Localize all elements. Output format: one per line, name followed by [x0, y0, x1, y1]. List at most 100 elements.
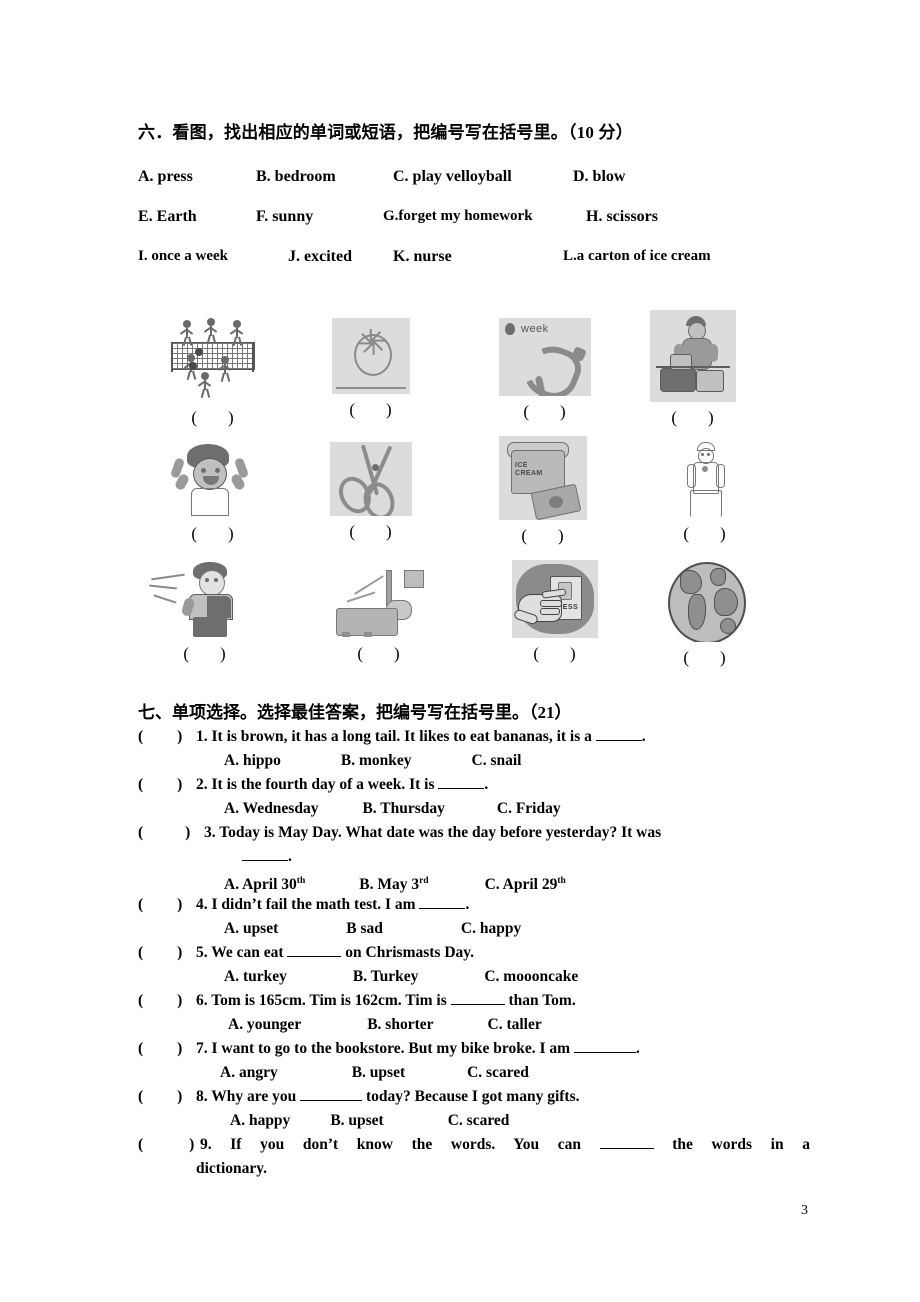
- question-9-answer-paren[interactable]: (): [138, 1133, 200, 1157]
- question-5: () 5. We can eat on Chrismasts Day. A. tu…: [138, 941, 810, 989]
- word-bank-item-l: L.a carton of ice cream: [563, 248, 711, 264]
- question-4-option-b[interactable]: B sad: [346, 917, 383, 941]
- answer-paren-2[interactable]: (): [296, 400, 446, 420]
- question-4-option-a[interactable]: A. upset: [224, 917, 278, 941]
- picture-cell-4: (): [618, 310, 768, 428]
- question-2-stem: () 2. It is the fourth day of a week. It …: [138, 773, 810, 797]
- word-bank-item-h: H. scissors: [586, 208, 658, 225]
- carton-of-ice-cream-picture: ICE CREAM: [499, 436, 587, 520]
- question-3-blank[interactable]: [242, 860, 288, 861]
- answer-paren-3[interactable]: (): [470, 402, 620, 422]
- question-4-number: 4.: [196, 896, 208, 913]
- question-8-answer-paren[interactable]: (): [138, 1085, 196, 1109]
- question-7-option-a[interactable]: A. angry: [220, 1061, 278, 1085]
- question-8-option-c[interactable]: C. scared: [448, 1109, 510, 1133]
- question-9-continuation: dictionary.: [196, 1160, 268, 1177]
- picture-cell-11: PRESS (): [480, 560, 630, 664]
- question-1-answer-paren[interactable]: (): [138, 725, 196, 749]
- picture-cell-1: (): [138, 310, 288, 428]
- question-4-answer-paren[interactable]: (): [138, 893, 196, 917]
- question-4-stem: () 4. I didn’t fail the math test. I am .: [138, 893, 810, 917]
- answer-paren-9[interactable]: (): [130, 644, 280, 664]
- question-3-number: 3.: [204, 824, 216, 841]
- question-7: () 7. I want to go to the bookstore. But …: [138, 1037, 810, 1085]
- question-6-blank[interactable]: [450, 1004, 505, 1005]
- question-6-option-a[interactable]: A. younger: [228, 1013, 301, 1037]
- section-6-heading: 六．看图，找出相应的单词或短语，把编号写在括号里。（10 分）: [138, 123, 633, 142]
- answer-paren-8[interactable]: (): [630, 524, 780, 544]
- picture-cell-6: (): [296, 442, 446, 542]
- question-8-blank[interactable]: [300, 1100, 363, 1101]
- question-6-answer-paren[interactable]: (): [138, 989, 196, 1013]
- word-bank-item-k: K. nurse: [393, 248, 452, 265]
- once-a-week-picture: week: [499, 318, 591, 396]
- question-4: () 4. I didn’t fail the math test. I am .…: [138, 893, 810, 941]
- question-1-option-b[interactable]: B. monkey: [341, 749, 412, 773]
- question-2-blank[interactable]: [438, 788, 485, 789]
- answer-paren-7[interactable]: (): [468, 526, 618, 546]
- question-1-option-c[interactable]: C. snail: [472, 749, 522, 773]
- question-6-option-b[interactable]: B. shorter: [367, 1013, 433, 1037]
- question-8-option-a[interactable]: A. happy: [230, 1109, 290, 1133]
- question-7-stem: () 7. I want to go to the bookstore. But …: [138, 1037, 810, 1061]
- question-2-option-c[interactable]: C. Friday: [497, 797, 561, 821]
- question-9: () 9. If you don’t know the words. You ca…: [138, 1133, 810, 1181]
- question-4-option-c[interactable]: C. happy: [461, 917, 521, 941]
- question-8-number: 8.: [196, 1088, 208, 1105]
- answer-paren-11[interactable]: (): [480, 644, 630, 664]
- word-bank-row-2: E. Earth F. sunny G.forget my homework H…: [138, 208, 798, 232]
- question-8-options: A. happy B. upset C. scared: [138, 1109, 810, 1133]
- question-8: () 8. Why are you today? Because I got ma…: [138, 1085, 810, 1133]
- answer-paren-10[interactable]: (): [304, 644, 454, 664]
- question-2-option-b[interactable]: B. Thursday: [362, 797, 444, 821]
- question-5-answer-paren[interactable]: (): [138, 941, 196, 965]
- question-7-option-c[interactable]: C. scared: [467, 1061, 529, 1085]
- question-1: () 1. It is brown, it has a long tail. It…: [138, 725, 810, 773]
- question-4-blank[interactable]: [419, 908, 466, 909]
- question-7-option-b[interactable]: B. upset: [352, 1061, 405, 1085]
- question-2: () 2. It is the fourth day of a week. It …: [138, 773, 810, 821]
- answer-paren-12[interactable]: (): [630, 648, 780, 668]
- question-2-number: 2.: [196, 776, 208, 793]
- answer-paren-1[interactable]: (): [138, 408, 288, 428]
- question-8-option-b[interactable]: B. upset: [330, 1109, 383, 1133]
- question-2-answer-paren[interactable]: (): [138, 773, 196, 797]
- picture-cell-9: (): [130, 560, 280, 664]
- answer-paren-6[interactable]: (): [296, 522, 446, 542]
- question-1-blank[interactable]: [595, 740, 642, 741]
- word-bank-item-a: A. press: [138, 168, 193, 185]
- word-bank-item-e: E. Earth: [138, 208, 197, 225]
- forget-my-homework-picture: [650, 310, 736, 402]
- question-7-blank[interactable]: [573, 1052, 636, 1053]
- question-5-option-c[interactable]: C. moooncake: [484, 965, 578, 989]
- question-6-stem: () 6. Tom is 165cm. Tim is 162cm. Tim is …: [138, 989, 810, 1013]
- question-5-options: A. turkey B. Turkey C. moooncake: [138, 965, 810, 989]
- question-3-stem-cont: .: [138, 845, 810, 869]
- word-bank-item-d: D. blow: [573, 168, 626, 185]
- question-6: () 6. Tom is 165cm. Tim is 162cm. Tim is …: [138, 989, 810, 1037]
- word-bank-row-3: I. once a week J. excited K. nurse L.a c…: [138, 248, 798, 272]
- excited-picture: [165, 440, 261, 518]
- scissors-picture: [330, 442, 412, 516]
- section-7-heading: 七、单项选择。选择最佳答案，把编号写在括号里。（21）: [138, 703, 572, 722]
- picture-answer-grid: () () week () () () () ICE CREAM ()…: [138, 310, 798, 680]
- question-1-option-a[interactable]: A. hippo: [224, 749, 281, 773]
- word-bank-row-1: A. press B. bedroom C. play velloyball D…: [138, 168, 798, 192]
- picture-cell-3: week (): [470, 318, 620, 422]
- question-5-number: 5.: [196, 944, 208, 961]
- question-3-answer-paren[interactable]: (): [138, 821, 204, 845]
- question-5-blank[interactable]: [287, 956, 342, 957]
- answer-paren-4[interactable]: (): [618, 408, 768, 428]
- question-4-options: A. upset B sad C. happy: [138, 917, 810, 941]
- question-1-number: 1.: [196, 728, 208, 745]
- question-8-stem: () 8. Why are you today? Because I got ma…: [138, 1085, 810, 1109]
- question-5-option-a[interactable]: A. turkey: [224, 965, 287, 989]
- answer-paren-5[interactable]: (): [138, 524, 288, 544]
- question-7-answer-paren[interactable]: (): [138, 1037, 196, 1061]
- question-9-blank[interactable]: [599, 1148, 654, 1149]
- nurse-picture: [675, 440, 735, 518]
- question-2-option-a[interactable]: A. Wednesday: [224, 797, 318, 821]
- question-5-option-b[interactable]: B. Turkey: [353, 965, 418, 989]
- question-6-option-c[interactable]: C. taller: [488, 1013, 542, 1037]
- word-bank-item-j: J. excited: [288, 248, 352, 265]
